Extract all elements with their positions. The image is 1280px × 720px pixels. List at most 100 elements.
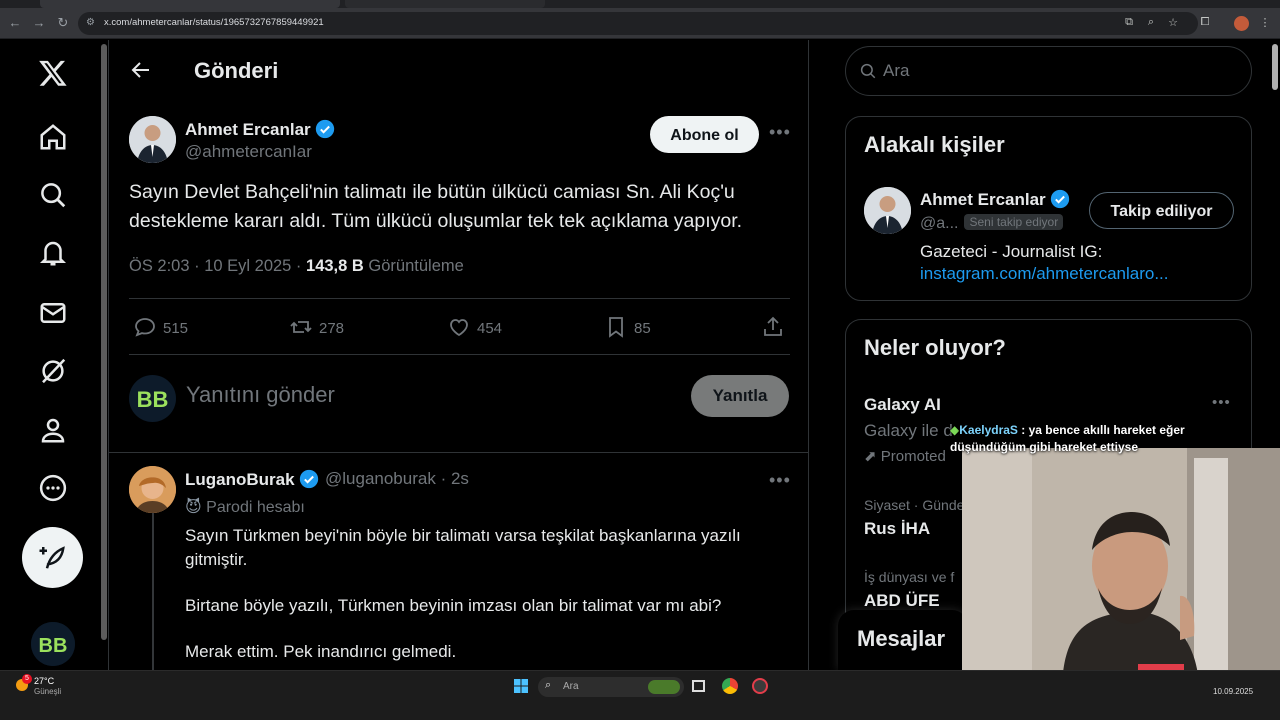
trend-context: İş dünyası ve f (864, 569, 955, 585)
related-bio: Gazeteci - Journalist IG: (920, 242, 1103, 261)
related-avatar[interactable] (864, 187, 911, 234)
account-avatar[interactable]: BB (31, 622, 75, 666)
follow-button[interactable]: Abone ol (650, 116, 759, 153)
profile-person-icon[interactable] (33, 410, 73, 450)
share-action[interactable] (761, 315, 791, 339)
taskbar-search[interactable]: ⌕ Ara (538, 677, 684, 697)
url-text: x.com/ahmetercanlar/status/1965732767859… (104, 17, 324, 28)
forward-nav-icon[interactable]: → (32, 16, 46, 30)
feather-plus-icon (39, 546, 65, 569)
reply-author-handle[interactable]: @luganoburak · 2s (325, 469, 469, 489)
more-circle-icon[interactable] (33, 468, 73, 508)
related-name[interactable]: Ahmet Ercanlar (920, 189, 1070, 210)
composer-avatar[interactable]: BB (129, 375, 176, 422)
webcam-overlay (962, 448, 1280, 686)
tweet-views-label: Görüntüleme (368, 257, 464, 275)
divider (109, 452, 809, 453)
chat-badge-icon: ◆ (950, 423, 960, 437)
zoom-icon[interactable]: ⌕ (1144, 16, 1158, 30)
browser-tab[interactable] (345, 0, 545, 8)
x-logo-icon[interactable] (33, 53, 73, 93)
reply-text-1: Sayın Türkmen beyi'nin böyle bir talimat… (185, 526, 741, 569)
bookmark-action[interactable]: 85 (604, 315, 651, 339)
search-box[interactable]: Ara (845, 46, 1252, 96)
tweet-more-icon[interactable]: ••• (769, 122, 791, 143)
reload-icon[interactable]: ↻ (56, 16, 70, 30)
search-icon (860, 63, 876, 79)
menu-kebab-icon[interactable]: ⋮ (1258, 16, 1272, 30)
main-column: Gönderi Ahmet Ercanlar @ahmetercanIar Ab… (108, 40, 809, 673)
author-avatar[interactable] (129, 116, 176, 163)
app-taskbar-icon[interactable] (752, 678, 768, 694)
following-button[interactable]: Takip ediliyor (1089, 192, 1234, 229)
extensions-icon[interactable]: ⧠ (1198, 16, 1212, 30)
search-highlight-icon (648, 680, 680, 694)
related-handle[interactable]: @a... Seni takip ediyor (920, 214, 1064, 233)
browser-tab[interactable] (40, 0, 340, 8)
repost-action[interactable]: 278 (289, 315, 344, 339)
tweet-text: Sayın Devlet Bahçeli'nin talimatı ile bü… (129, 181, 743, 232)
reply-more-icon[interactable]: ••• (769, 470, 791, 491)
messages-title: Mesajlar (857, 626, 946, 651)
tweet-time[interactable]: ÖS 2:03 · 10 Eyl 2025 · (129, 257, 306, 275)
reply-input[interactable]: Yanıtını gönder (186, 382, 335, 408)
reply-submit-button[interactable]: Yanıtla (691, 375, 789, 417)
parody-label: 😈 Parodi hesabı (185, 499, 305, 516)
promoted-icon: ⬈ (864, 448, 877, 465)
bb-logo-icon: BB (137, 387, 169, 412)
weather-notification-badge: 5 (22, 674, 32, 684)
trend-name: Rus İHA (864, 519, 931, 538)
site-info-icon[interactable]: ⚙ (86, 17, 95, 28)
related-people-card: Alakalı kişiler Ahmet Ercanlar @a... Seni… (845, 116, 1252, 301)
webcam-person-image (962, 448, 1280, 686)
trend-subtitle: Galaxy ile d (864, 421, 953, 440)
left-scrollbar[interactable] (101, 44, 107, 640)
thread-connector (152, 513, 154, 673)
right-scrollbar[interactable] (1272, 44, 1278, 90)
home-icon[interactable] (33, 117, 73, 157)
taskbar-search-label: Ara (563, 681, 579, 692)
tweet-author-handle[interactable]: @ahmetercanIar (185, 142, 312, 162)
install-icon[interactable]: ⧉ (1122, 16, 1136, 30)
weather-condition: Güneşli (34, 687, 62, 696)
reply-action[interactable]: 515 (133, 315, 188, 339)
bookmark-star-icon[interactable]: ☆ (1166, 16, 1180, 30)
reply-text-2: Birtane böyle yazılı, Türkmen beyinin im… (185, 596, 722, 615)
chrome-taskbar-icon[interactable] (722, 678, 738, 694)
verified-badge-icon (299, 469, 318, 489)
trends-title: Neler oluyor? (864, 335, 1006, 360)
back-arrow-icon[interactable] (129, 58, 153, 82)
taskbar-date: 10.09.2025 (1213, 687, 1254, 696)
messages-drawer[interactable]: Mesajlar (838, 610, 968, 670)
back-nav-icon[interactable]: ← (8, 16, 22, 30)
grok-icon[interactable] (33, 351, 73, 391)
reply-author-avatar[interactable] (129, 466, 176, 513)
search-icon[interactable] (33, 175, 73, 215)
related-title: Alakalı kişiler (864, 132, 1005, 157)
trend-name: Galaxy AI (864, 395, 941, 414)
tweet-views-count: 143,8 B (306, 257, 364, 275)
chat-username: KaelydraS (959, 423, 1018, 437)
weather-widget[interactable]: 5 (14, 674, 32, 698)
trend-more-icon[interactable]: ••• (1212, 394, 1231, 411)
reply-author-name[interactable]: LuganoBurak (185, 469, 319, 490)
svg-text:BB: BB (137, 387, 169, 412)
heart-icon (450, 319, 468, 337)
tweet-author-name[interactable]: Ahmet Ercanlar (185, 119, 335, 140)
windows-start-icon[interactable] (514, 679, 528, 693)
profile-avatar[interactable] (1234, 16, 1249, 31)
bb-logo-icon: BB (31, 622, 75, 666)
search-placeholder: Ara (883, 61, 910, 80)
messages-mail-icon[interactable] (33, 293, 73, 333)
divider (129, 298, 790, 299)
related-bio-link[interactable]: instagram.com/ahmetercanlaro... (920, 263, 1169, 285)
compose-post-button[interactable] (22, 527, 83, 588)
notifications-bell-icon[interactable] (33, 233, 73, 273)
task-view-icon[interactable] (692, 680, 705, 692)
verified-badge-icon (315, 119, 334, 139)
chat-overlay: ◆KaelydraS : ya bence akıllı hareket eğe… (950, 423, 1185, 454)
browser-tabstrip (0, 0, 1280, 8)
like-action[interactable]: 454 (447, 315, 502, 339)
address-bar[interactable]: ⚙ x.com/ahmetercanlar/status/19657327678… (78, 12, 1198, 35)
divider (129, 354, 790, 355)
